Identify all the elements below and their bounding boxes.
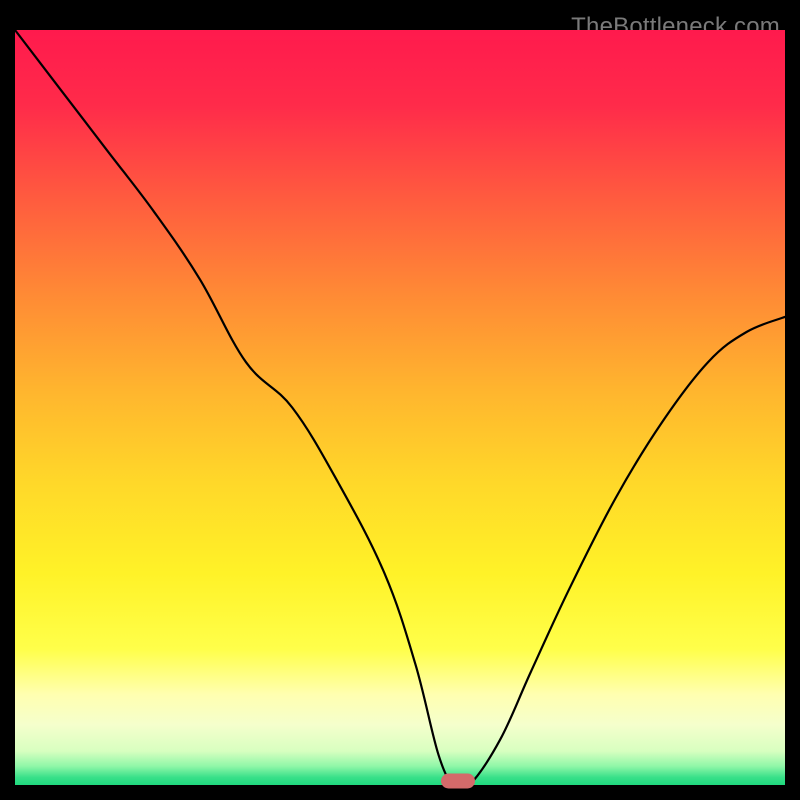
chart-frame: TheBottleneck.com: [15, 15, 785, 785]
plot-area: [15, 30, 785, 785]
bottleneck-curve: [15, 30, 785, 785]
optimal-point-marker: [441, 774, 475, 789]
